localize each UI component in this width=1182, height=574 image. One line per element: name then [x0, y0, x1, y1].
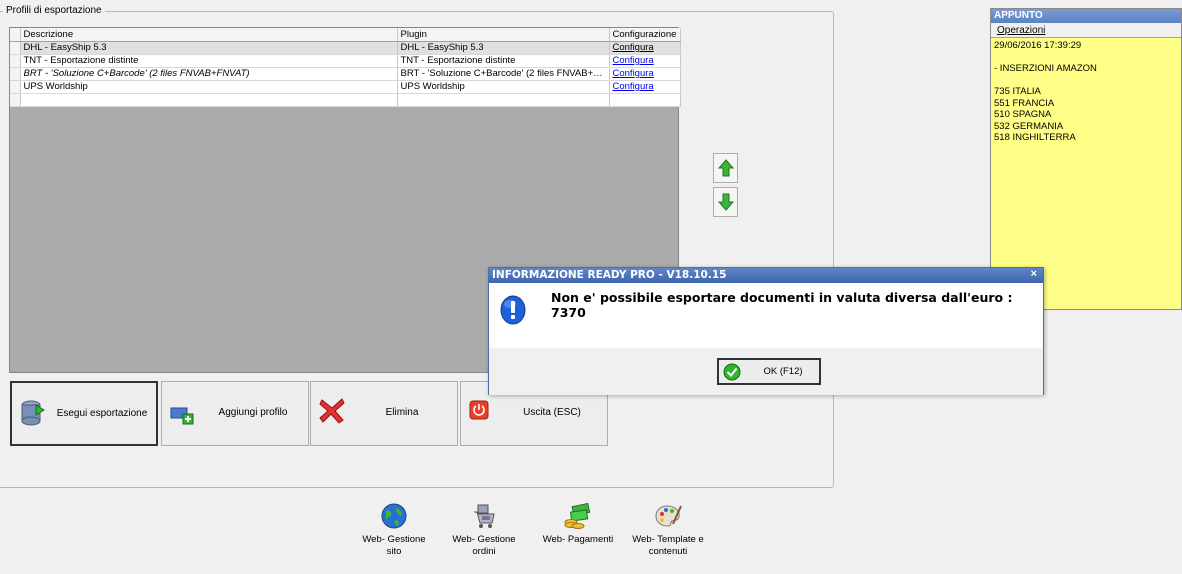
appunto-text[interactable]: 29/06/2016 17:39:29 - INSERZIONI AMAZON …	[991, 38, 1181, 146]
appunto-title: APPUNTO	[991, 9, 1181, 23]
table-row[interactable]: TNT - Esportazione distinte TNT - Esport…	[10, 54, 681, 68]
cell-empty[interactable]	[609, 93, 681, 107]
column-header-configurazione[interactable]: Configurazione	[609, 28, 681, 42]
add-profile-icon	[170, 398, 196, 429]
configura-link[interactable]: Configura	[609, 41, 681, 55]
cell-empty[interactable]	[397, 93, 610, 107]
appunto-panel[interactable]: APPUNTO Operazioni 29/06/2016 17:39:29 -…	[990, 8, 1182, 310]
table-row-empty[interactable]	[10, 93, 681, 107]
column-header-descrizione[interactable]: Descrizione	[20, 28, 398, 42]
row-indicator	[10, 67, 21, 81]
dialog-message: Non e' possibile esportare documenti in …	[551, 290, 1013, 320]
power-icon	[469, 400, 489, 423]
web-item-label: Web- Gestione sito	[362, 534, 426, 557]
note-line: 551 FRANCIA	[994, 97, 1055, 109]
aggiungi-profilo-button[interactable]: Aggiungi profilo	[161, 381, 309, 446]
row-indicator-header	[10, 28, 21, 42]
cell-empty[interactable]	[20, 93, 398, 107]
web-pagamenti-item[interactable]: Web- Pagamenti	[538, 500, 618, 546]
note-line	[994, 75, 1178, 87]
palette-icon	[628, 500, 708, 532]
web-template-contenuti-item[interactable]: Web- Template e contenuti	[628, 500, 708, 558]
grid-header-row: Descrizione Plugin Configurazione	[10, 28, 681, 42]
cell-plugin[interactable]: DHL - EasyShip 5.3	[397, 41, 610, 55]
table-row[interactable]: BRT - 'Soluzione C+Barcode' (2 files FNV…	[10, 67, 681, 81]
note-line: 532 GERMANIA	[994, 120, 1064, 132]
group-legend: Profili di esportazione	[3, 5, 105, 16]
note-line	[994, 52, 1178, 64]
cell-plugin[interactable]: UPS Worldship	[397, 80, 610, 94]
cell-plugin[interactable]: BRT - 'Soluzione C+Barcode' (2 files FNV…	[397, 67, 610, 81]
ok-label: OK (F12)	[763, 366, 803, 377]
cart-icon	[444, 500, 524, 532]
configura-link[interactable]: Configura	[609, 80, 681, 94]
row-indicator	[10, 93, 21, 107]
uscita-label: Uscita (ESC)	[523, 407, 581, 418]
globe-icon	[354, 500, 434, 532]
info-dialog[interactable]: INFORMAZIONE READY PRO - V18.10.15 × Non…	[488, 267, 1044, 395]
close-icon[interactable]: ×	[1031, 268, 1037, 280]
menu-operazioni[interactable]: Operazioni	[997, 25, 1045, 36]
web-item-label: Web- Pagamenti	[542, 534, 614, 545]
elimina-button[interactable]: Elimina	[310, 381, 458, 446]
esegui-label: Esegui esportazione	[56, 408, 148, 419]
dialog-button-bar: OK (F12)	[489, 348, 1043, 395]
esegui-esportazione-button[interactable]: Esegui esportazione	[10, 381, 158, 446]
elimina-label: Elimina	[385, 407, 419, 418]
web-item-label: Web- Gestione ordini	[452, 534, 516, 557]
web-gestione-ordini-item[interactable]: Web- Gestione ordini	[444, 500, 524, 558]
move-down-button[interactable]	[713, 187, 738, 217]
delete-x-icon	[319, 396, 345, 427]
table-row[interactable]: UPS Worldship UPS Worldship Configura	[10, 80, 681, 94]
ok-button[interactable]: OK (F12)	[717, 358, 821, 385]
info-icon	[499, 294, 527, 329]
configura-link[interactable]: Configura	[609, 67, 681, 81]
note-line: 735 ITALIA	[994, 86, 1041, 97]
arrow-down-icon	[717, 193, 734, 211]
table-row[interactable]: DHL - EasyShip 5.3 DHL - EasyShip 5.3 Co…	[10, 41, 681, 55]
row-indicator	[10, 80, 21, 94]
note-line: 510 SPAGNA	[994, 109, 1052, 120]
cell-descrizione[interactable]: TNT - Esportazione distinte	[20, 54, 398, 68]
aggiungi-label: Aggiungi profilo	[218, 407, 288, 418]
cell-descrizione[interactable]: DHL - EasyShip 5.3	[20, 41, 398, 55]
checkmark-icon	[723, 363, 741, 384]
cell-descrizione[interactable]: BRT - 'Soluzione C+Barcode' (2 files FNV…	[20, 67, 398, 81]
dialog-title: INFORMAZIONE READY PRO - V18.10.15	[489, 268, 1043, 283]
column-header-plugin[interactable]: Plugin	[397, 28, 610, 42]
arrow-up-icon	[717, 159, 734, 177]
cell-descrizione[interactable]: UPS Worldship	[20, 80, 398, 94]
appunto-menu-bar: Operazioni	[991, 23, 1181, 38]
configura-link[interactable]: Configura	[609, 54, 681, 68]
web-gestione-sito-item[interactable]: Web- Gestione sito	[354, 500, 434, 558]
web-item-label: Web- Template e contenuti	[632, 534, 704, 557]
row-indicator	[10, 54, 21, 68]
note-line: 518 INGHILTERRA	[994, 132, 1076, 143]
cell-plugin[interactable]: TNT - Esportazione distinte	[397, 54, 610, 68]
note-line: - INSERZIONI AMAZON	[994, 63, 1097, 74]
note-line: 29/06/2016 17:39:29	[994, 40, 1082, 51]
move-up-button[interactable]	[713, 153, 738, 183]
money-icon	[538, 500, 618, 532]
row-indicator	[10, 41, 21, 55]
database-export-icon	[20, 399, 46, 430]
